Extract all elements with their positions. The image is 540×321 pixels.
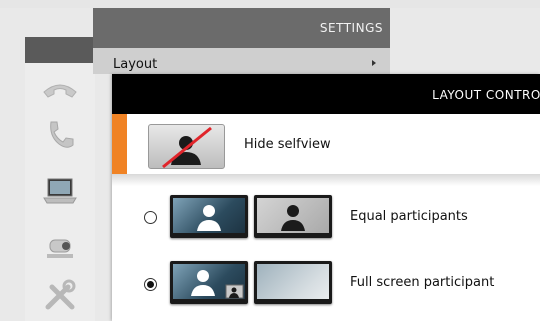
equal-participants-label: Equal participants [350, 209, 468, 224]
fullscreen-screen-left [170, 261, 248, 304]
camera-icon [42, 232, 78, 262]
layout-control-title: LAYOUT CONTROL [432, 88, 540, 102]
tools-icon [42, 277, 78, 313]
settings-header: SETTINGS [93, 8, 390, 48]
settings-button[interactable] [25, 273, 95, 317]
chevron-right-icon [372, 60, 376, 66]
settings-panel: SETTINGS Layout [93, 8, 390, 74]
hide-selfview-label: Hide selfview [244, 137, 331, 152]
person-icon [191, 270, 244, 299]
option-full-screen-participant[interactable]: Full screen participant [112, 255, 540, 311]
settings-item-label: Layout [113, 57, 158, 72]
end-call-button[interactable] [25, 67, 95, 111]
call-button[interactable] [25, 113, 95, 157]
settings-title: SETTINGS [319, 21, 383, 35]
radio-equal-participants[interactable] [144, 211, 157, 224]
top-strip [0, 0, 540, 8]
camera-button[interactable] [25, 225, 95, 269]
layout-control-header: LAYOUT CONTROL [112, 74, 540, 114]
rail-header [25, 37, 95, 63]
selection-accent [112, 114, 127, 174]
layout-control-panel: LAYOUT CONTROL Hide selfview Equal parti… [112, 74, 540, 321]
equal-screen-right [254, 195, 332, 238]
selfview-off-icon [162, 126, 212, 168]
person-icon [281, 205, 305, 231]
radio-full-screen-participant[interactable] [144, 278, 157, 291]
end-call-icon [40, 76, 80, 102]
phone-icon [43, 118, 77, 152]
equal-screen-left [170, 195, 248, 238]
selfview-thumbnail [148, 124, 225, 169]
full-screen-participant-label: Full screen participant [350, 275, 495, 290]
icon-rail [25, 63, 95, 321]
hide-selfview-row[interactable]: Hide selfview [112, 114, 540, 174]
settings-item-layout[interactable]: Layout [93, 48, 390, 74]
laptop-icon [40, 175, 80, 207]
person-icon [197, 205, 221, 231]
presentation-button[interactable] [25, 169, 95, 213]
section-divider [112, 174, 540, 186]
option-equal-participants[interactable]: Equal participants [112, 189, 540, 245]
fullscreen-screen-right [254, 261, 332, 304]
